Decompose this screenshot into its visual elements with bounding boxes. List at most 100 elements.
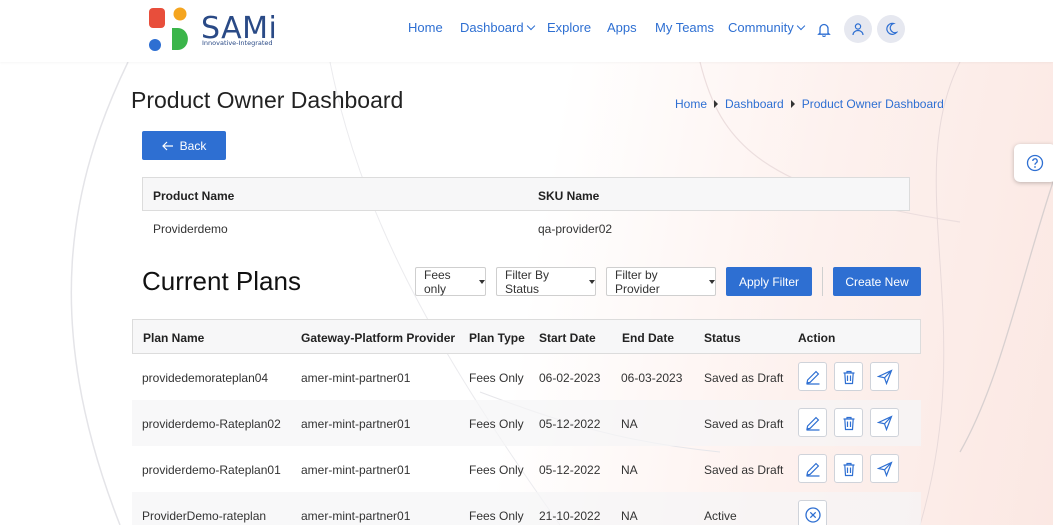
brand-tagline: Innovative-Integrated: [202, 39, 273, 47]
chevron-down-icon: [526, 21, 535, 31]
send-icon: [876, 460, 893, 477]
plan-type-cell: Fees Only: [469, 463, 524, 477]
plans-table-header: Plan Name Gateway-Platform Provider Plan…: [132, 319, 921, 354]
end-date-cell: NA: [621, 463, 638, 477]
publish-button[interactable]: [870, 454, 899, 483]
end-date-cell: NA: [621, 417, 638, 431]
plan-type-cell: Fees Only: [469, 371, 524, 385]
plan-type-cell: Fees Only: [469, 509, 524, 523]
nav-dashboard[interactable]: Dashboard: [460, 20, 535, 35]
plan-name-cell: providerdemo-Rateplan02: [142, 417, 281, 431]
breadcrumb: Home Dashboard Product Owner Dashboard: [675, 97, 944, 111]
table-row: providerdemo-Rateplan01 amer-mint-partne…: [132, 446, 921, 492]
table-row: providerdemo-Rateplan02 amer-mint-partne…: [132, 400, 921, 446]
current-plans-title: Current Plans: [142, 266, 301, 296]
nav-community-label: Community: [728, 20, 794, 35]
send-icon: [876, 414, 893, 431]
plan-name-cell: providedemorateplan04: [142, 371, 269, 385]
nav-my-teams[interactable]: My Teams: [655, 20, 714, 35]
table-row: ProviderDemo-rateplan amer-mint-partner0…: [132, 492, 921, 525]
edit-icon: [805, 370, 819, 385]
nav-apps[interactable]: Apps: [607, 20, 637, 35]
plans-table: Plan Name Gateway-Platform Provider Plan…: [132, 319, 921, 525]
col-status: Status: [704, 331, 741, 345]
col-start-date: Start Date: [539, 331, 596, 345]
nav-community[interactable]: Community: [728, 20, 805, 35]
bell-icon: [817, 23, 831, 37]
product-table: Product Name SKU Name Providerdemo qa-pr…: [142, 177, 910, 245]
status-cell: Saved as Draft: [704, 371, 784, 385]
provider-filter-value: Filter by Provider: [615, 267, 660, 296]
status-cell: Saved as Draft: [704, 463, 784, 477]
publish-button[interactable]: [870, 408, 899, 437]
plan-type-cell: Fees Only: [469, 417, 524, 431]
plan-name-cell: providerdemo-Rateplan01: [142, 463, 281, 477]
breadcrumb-current: Product Owner Dashboard: [801, 97, 944, 111]
close-circle-icon: [804, 506, 821, 523]
edit-button[interactable]: [798, 454, 827, 483]
top-navbar: SAMi Innovative-Integrated Home Dashboar…: [0, 0, 1053, 62]
page-title: Product Owner Dashboard: [131, 87, 404, 113]
delete-button[interactable]: [834, 362, 863, 391]
start-date-cell: 05-12-2022: [539, 463, 601, 477]
product-table-header: Product Name SKU Name: [142, 177, 910, 211]
status-cell: Saved as Draft: [704, 417, 784, 431]
trash-icon: [843, 462, 854, 476]
nav-dashboard-label: Dashboard: [460, 20, 524, 35]
col-action: Action: [798, 331, 836, 345]
caret-right-icon: [790, 100, 795, 108]
nav-home[interactable]: Home: [408, 20, 443, 35]
caret-down-icon: [709, 279, 715, 284]
col-end-date: End Date: [622, 331, 675, 345]
moon-icon: [886, 22, 898, 35]
breadcrumb-dashboard[interactable]: Dashboard: [725, 97, 784, 111]
edit-button[interactable]: [798, 362, 827, 391]
back-button-label: Back: [179, 138, 207, 153]
fees-filter-dropdown[interactable]: Fees only: [415, 267, 486, 296]
provider-cell: amer-mint-partner01: [301, 371, 411, 385]
sami-logo[interactable]: SAMi Innovative-Integrated: [148, 6, 278, 54]
col-product-name: Product Name: [153, 189, 235, 203]
status-cell: Active: [704, 509, 737, 523]
edit-icon: [805, 462, 819, 477]
apply-filter-button[interactable]: Apply Filter: [726, 267, 812, 296]
trash-icon: [843, 370, 854, 384]
deactivate-button[interactable]: [798, 500, 827, 525]
col-plan-type: Plan Type: [469, 331, 525, 345]
start-date-cell: 21-10-2022: [539, 509, 601, 523]
product-name-value: Providerdemo: [153, 222, 228, 236]
sku-name-value: qa-provider02: [538, 222, 613, 236]
edit-button[interactable]: [798, 408, 827, 437]
caret-down-icon: [589, 279, 595, 284]
product-row: Providerdemo qa-provider02: [142, 211, 910, 245]
col-gateway-provider: Gateway-Platform Provider: [301, 331, 456, 345]
notifications-button[interactable]: [810, 15, 838, 43]
user-menu-button[interactable]: [844, 15, 872, 43]
provider-filter-dropdown[interactable]: Filter by Provider: [606, 267, 716, 296]
theme-toggle-button[interactable]: [877, 15, 905, 43]
publish-button[interactable]: [870, 362, 899, 391]
caret-right-icon: [714, 100, 719, 108]
col-plan-name: Plan Name: [143, 331, 205, 345]
breadcrumb-home[interactable]: Home: [675, 97, 707, 111]
table-row: providedemorateplan04 amer-mint-partner0…: [132, 354, 921, 400]
fees-filter-value: Fees only: [424, 267, 451, 296]
provider-cell: amer-mint-partner01: [301, 417, 411, 431]
caret-down-icon: [479, 279, 485, 284]
provider-cell: amer-mint-partner01: [301, 463, 411, 477]
plan-name-cell: ProviderDemo-rateplan: [142, 509, 267, 523]
create-new-button[interactable]: Create New: [833, 267, 921, 296]
status-filter-dropdown[interactable]: Filter By Status: [496, 267, 596, 296]
chevron-down-icon: [796, 21, 805, 31]
provider-cell: amer-mint-partner01: [301, 509, 411, 523]
status-filter-value: Filter By Status: [505, 267, 550, 296]
arrow-left-icon: [161, 141, 173, 150]
delete-button[interactable]: [834, 408, 863, 437]
start-date-cell: 06-02-2023: [539, 371, 601, 385]
start-date-cell: 05-12-2022: [539, 417, 601, 431]
nav-explore[interactable]: Explore: [547, 20, 591, 35]
logo-mark-icon: [149, 7, 188, 51]
delete-button[interactable]: [834, 454, 863, 483]
divider: [822, 267, 823, 296]
back-button[interactable]: Back: [142, 131, 226, 160]
